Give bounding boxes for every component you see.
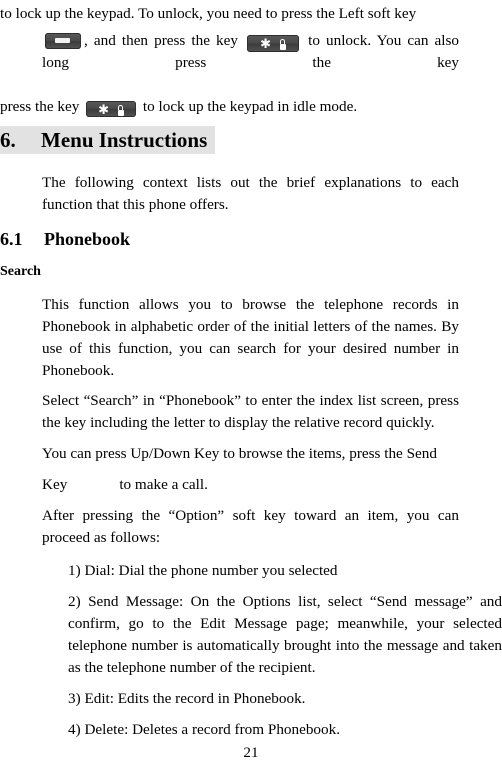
paragraph-send-key-after: to make a call. xyxy=(119,476,208,493)
asterisk-glyph-icon-2: ✱ xyxy=(98,102,111,117)
lock-glyph-icon xyxy=(279,39,286,50)
soft-key-bar xyxy=(55,38,70,43)
lock-glyph-icon-2 xyxy=(117,105,124,116)
paragraph-send-key-before: Key xyxy=(42,476,68,493)
intro-keys-paragraph-cont: press the key ✱ to lock up the keypad in… xyxy=(0,96,501,118)
section-heading-number: 6. xyxy=(0,128,16,152)
intro-line1-text: to lock up the keypad. To unlock, you ne… xyxy=(0,5,417,22)
section-heading: 6. Menu Instructions xyxy=(0,126,215,154)
list-item: 1) Dial: Dial the phone number you selec… xyxy=(68,562,338,579)
intro-paragraph-line1: to lock up the keypad. To unlock, you ne… xyxy=(0,3,502,25)
subsection-heading-title: Phonebook xyxy=(44,229,131,249)
paragraph-search-description: This function allows you to browse the t… xyxy=(42,296,459,379)
section-heading-title: Menu Instructions xyxy=(41,128,208,152)
subsection-heading: 6.1 Phonebook xyxy=(0,228,502,251)
list-item: 3) Edit: Edits the record in Phonebook. xyxy=(68,690,306,707)
list-item: 2) Send Message: On the Options list, se… xyxy=(68,593,502,676)
document-page: to lock up the keypad. To unlock, you ne… xyxy=(0,0,502,761)
intro-text-after-soft-key: , and then press the key xyxy=(84,32,238,49)
page-number: 21 xyxy=(243,744,259,761)
topic-heading-search: Search xyxy=(0,264,41,279)
section-intro-paragraph: The following context lists out the brie… xyxy=(42,174,459,213)
paragraph-option-soft-key: After pressing the “Option” soft key tow… xyxy=(42,507,459,546)
send-key-icon-missing xyxy=(67,478,119,492)
list-item: 4) Delete: Deletes a record from Phonebo… xyxy=(68,721,341,738)
intro-text-after-star-key-2: to lock up the keypad in idle mode. xyxy=(142,98,358,115)
subsection-heading-number: 6.1 xyxy=(0,229,23,249)
star-lock-key-icon-2: ✱ xyxy=(86,101,137,117)
asterisk-glyph-icon: ✱ xyxy=(260,36,272,51)
intro-text-press-the-key: press the key xyxy=(0,98,80,115)
intro-keys-paragraph: , and then press the key ✱ to unlock. Yo… xyxy=(0,30,459,96)
soft-key-icon xyxy=(45,33,81,49)
paragraph-updown-key: You can press Up/Down Key to browse the … xyxy=(42,445,437,462)
star-lock-key-icon: ✱ xyxy=(247,35,300,52)
paragraph-select-search: Select “Search” in “Phonebook” to enter … xyxy=(42,392,459,431)
paragraph-send-key-line: Key to make a call. xyxy=(0,474,459,496)
